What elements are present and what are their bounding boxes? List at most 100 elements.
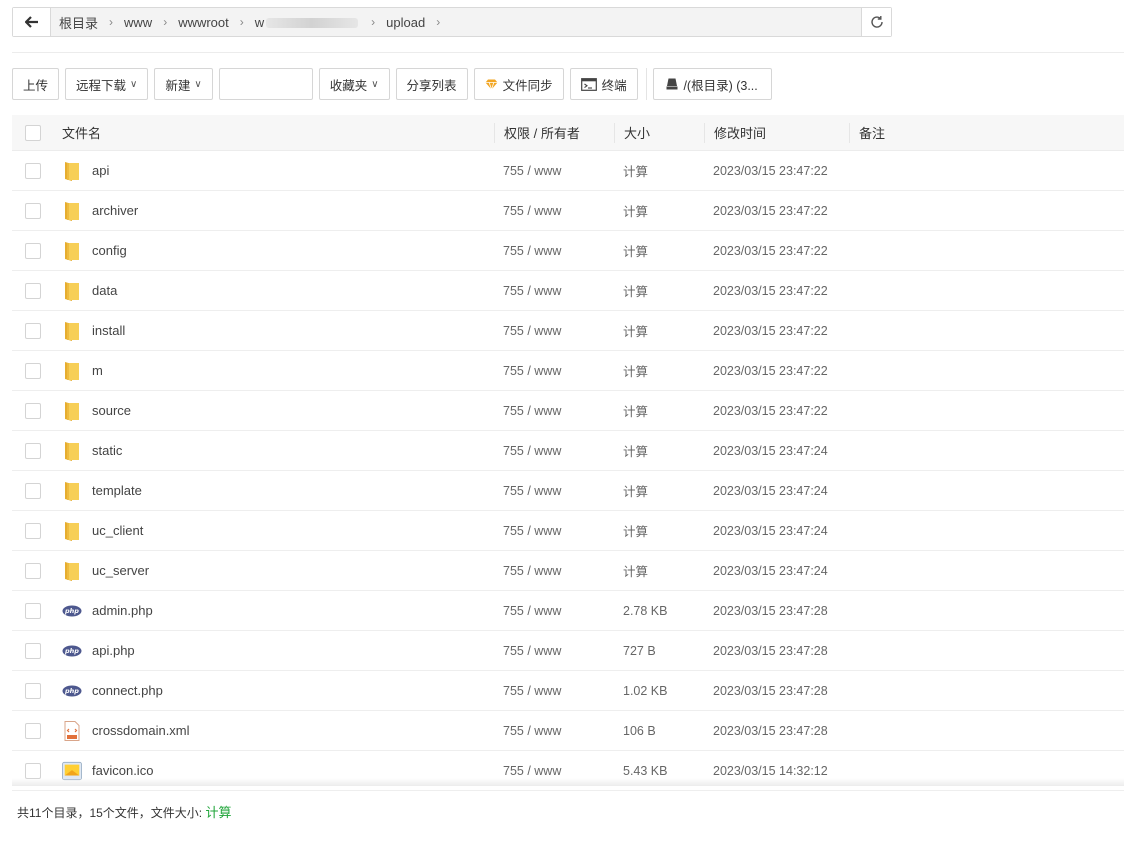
file-name-cell[interactable]: php connect.php bbox=[54, 671, 494, 710]
row-checkbox[interactable] bbox=[25, 562, 41, 579]
terminal-button[interactable]: 终端 bbox=[569, 68, 638, 100]
header-perm[interactable]: 权限 / 所有者 bbox=[494, 122, 614, 143]
row-checkbox[interactable] bbox=[25, 402, 41, 419]
table-row[interactable]: crossdomain.xml 755 / www 106 B 2023/03/15 … bbox=[12, 711, 1124, 751]
row-checkbox[interactable] bbox=[25, 362, 41, 379]
file-perm[interactable]: 755 / www bbox=[494, 711, 614, 750]
file-name[interactable]: api.php bbox=[92, 643, 135, 658]
file-name[interactable]: install bbox=[92, 323, 125, 338]
file-name[interactable]: static bbox=[92, 443, 122, 458]
file-name[interactable]: archiver bbox=[92, 203, 138, 218]
file-name-cell[interactable]: uc_server bbox=[54, 551, 494, 590]
breadcrumb-item-root[interactable]: 根目录 bbox=[55, 13, 102, 32]
calc-size-link[interactable]: 计算 bbox=[614, 431, 704, 470]
back-button[interactable] bbox=[13, 8, 51, 36]
calc-size-link[interactable]: 计算 bbox=[614, 271, 704, 310]
row-checkbox[interactable] bbox=[25, 522, 41, 539]
file-name-cell[interactable]: uc_client bbox=[54, 511, 494, 550]
breadcrumb-item-www[interactable]: www bbox=[120, 15, 156, 30]
file-name-cell[interactable]: static bbox=[54, 431, 494, 470]
file-name-cell[interactable]: install bbox=[54, 311, 494, 350]
select-all-checkbox[interactable] bbox=[25, 124, 41, 141]
table-row[interactable]: data 755 / www 计算 2023/03/15 23:47:22 bbox=[12, 271, 1124, 311]
file-name-cell[interactable]: api bbox=[54, 151, 494, 190]
calc-size-link[interactable]: 计算 bbox=[614, 151, 704, 190]
new-button[interactable]: 新建 ∨ bbox=[154, 68, 213, 100]
remote-download-button[interactable]: 远程下载 ∨ bbox=[65, 68, 149, 100]
file-name[interactable]: template bbox=[92, 483, 142, 498]
file-name-cell[interactable]: crossdomain.xml bbox=[54, 711, 494, 750]
table-row[interactable]: static 755 / www 计算 2023/03/15 23:47:24 bbox=[12, 431, 1124, 471]
file-perm[interactable]: 755 / www bbox=[494, 631, 614, 670]
breadcrumb-item-wwwroot[interactable]: wwwroot bbox=[174, 15, 233, 30]
file-perm[interactable]: 755 / www bbox=[494, 591, 614, 630]
file-name[interactable]: source bbox=[92, 403, 131, 418]
file-perm[interactable]: 755 / www bbox=[494, 231, 614, 270]
favorites-button[interactable]: 收藏夹 ∨ bbox=[318, 68, 390, 100]
calc-size-link[interactable]: 计算 bbox=[614, 471, 704, 510]
row-checkbox[interactable] bbox=[25, 162, 41, 179]
file-sync-button[interactable]: 文件同步 bbox=[473, 68, 564, 100]
table-row[interactable]: php api.php 755 / www 727 B 2023/03/15 23:47… bbox=[12, 631, 1124, 671]
file-name-cell[interactable]: archiver bbox=[54, 191, 494, 230]
upload-button[interactable]: 上传 bbox=[12, 68, 60, 100]
file-perm[interactable]: 755 / www bbox=[494, 511, 614, 550]
search-input[interactable] bbox=[218, 68, 313, 100]
calc-size-link[interactable]: 计算 bbox=[614, 391, 704, 430]
calc-size-link[interactable]: 计算 bbox=[614, 351, 704, 390]
table-row[interactable]: api 755 / www 计算 2023/03/15 23:47:22 bbox=[12, 151, 1124, 191]
disk-button[interactable]: /(根目录) (3... bbox=[652, 68, 772, 100]
share-list-button[interactable]: 分享列表 bbox=[395, 68, 468, 100]
file-name-cell[interactable]: php api.php bbox=[54, 631, 494, 670]
header-name[interactable]: 文件名 bbox=[54, 115, 494, 150]
file-perm[interactable]: 755 / www bbox=[494, 151, 614, 190]
file-name[interactable]: data bbox=[92, 283, 117, 298]
table-row[interactable]: php admin.php 755 / www 2.78 KB 2023/03/15 2… bbox=[12, 591, 1124, 631]
table-row[interactable]: uc_server 755 / www 计算 2023/03/15 23:47:24 bbox=[12, 551, 1124, 591]
file-name[interactable]: favicon.ico bbox=[92, 763, 153, 778]
file-perm[interactable]: 755 / www bbox=[494, 311, 614, 350]
file-name[interactable]: crossdomain.xml bbox=[92, 723, 190, 738]
file-perm[interactable]: 755 / www bbox=[494, 351, 614, 390]
row-checkbox[interactable] bbox=[25, 762, 41, 779]
row-checkbox[interactable] bbox=[25, 482, 41, 499]
file-name-cell[interactable]: php admin.php bbox=[54, 591, 494, 630]
refresh-button[interactable] bbox=[861, 8, 891, 36]
row-checkbox[interactable] bbox=[25, 442, 41, 459]
calc-size-link[interactable]: 计算 bbox=[614, 231, 704, 270]
file-name[interactable]: admin.php bbox=[92, 603, 153, 618]
breadcrumb-item-site[interactable]: w bbox=[251, 15, 364, 30]
file-name[interactable]: uc_client bbox=[92, 523, 143, 538]
row-checkbox[interactable] bbox=[25, 282, 41, 299]
row-checkbox[interactable] bbox=[25, 642, 41, 659]
file-name[interactable]: uc_server bbox=[92, 563, 149, 578]
calc-size-link[interactable]: 计算 bbox=[614, 311, 704, 350]
calc-size-link[interactable]: 计算 bbox=[614, 551, 704, 590]
file-perm[interactable]: 755 / www bbox=[494, 671, 614, 710]
file-perm[interactable]: 755 / www bbox=[494, 271, 614, 310]
table-row[interactable]: template 755 / www 计算 2023/03/15 23:47:24 bbox=[12, 471, 1124, 511]
table-row[interactable]: install 755 / www 计算 2023/03/15 23:47:22 bbox=[12, 311, 1124, 351]
row-checkbox[interactable] bbox=[25, 682, 41, 699]
row-checkbox[interactable] bbox=[25, 722, 41, 739]
file-name-cell[interactable]: config bbox=[54, 231, 494, 270]
footer-calc-link[interactable]: 计算 bbox=[205, 805, 231, 820]
file-name-cell[interactable]: data bbox=[54, 271, 494, 310]
file-name[interactable]: m bbox=[92, 363, 103, 378]
file-perm[interactable]: 755 / www bbox=[494, 191, 614, 230]
file-name-cell[interactable]: template bbox=[54, 471, 494, 510]
file-perm[interactable]: 755 / www bbox=[494, 551, 614, 590]
table-row[interactable]: m 755 / www 计算 2023/03/15 23:47:22 bbox=[12, 351, 1124, 391]
header-size[interactable]: 大小 bbox=[614, 122, 704, 143]
file-name[interactable]: config bbox=[92, 243, 127, 258]
row-checkbox[interactable] bbox=[25, 242, 41, 259]
table-row[interactable]: config 755 / www 计算 2023/03/15 23:47:22 bbox=[12, 231, 1124, 271]
row-checkbox[interactable] bbox=[25, 322, 41, 339]
calc-size-link[interactable]: 计算 bbox=[614, 511, 704, 550]
file-perm[interactable]: 755 / www bbox=[494, 471, 614, 510]
file-name-cell[interactable]: source bbox=[54, 391, 494, 430]
file-name[interactable]: api bbox=[92, 163, 109, 178]
table-row[interactable]: archiver 755 / www 计算 2023/03/15 23:47:22 bbox=[12, 191, 1124, 231]
row-checkbox[interactable] bbox=[25, 602, 41, 619]
table-row[interactable]: uc_client 755 / www 计算 2023/03/15 23:47:24 bbox=[12, 511, 1124, 551]
